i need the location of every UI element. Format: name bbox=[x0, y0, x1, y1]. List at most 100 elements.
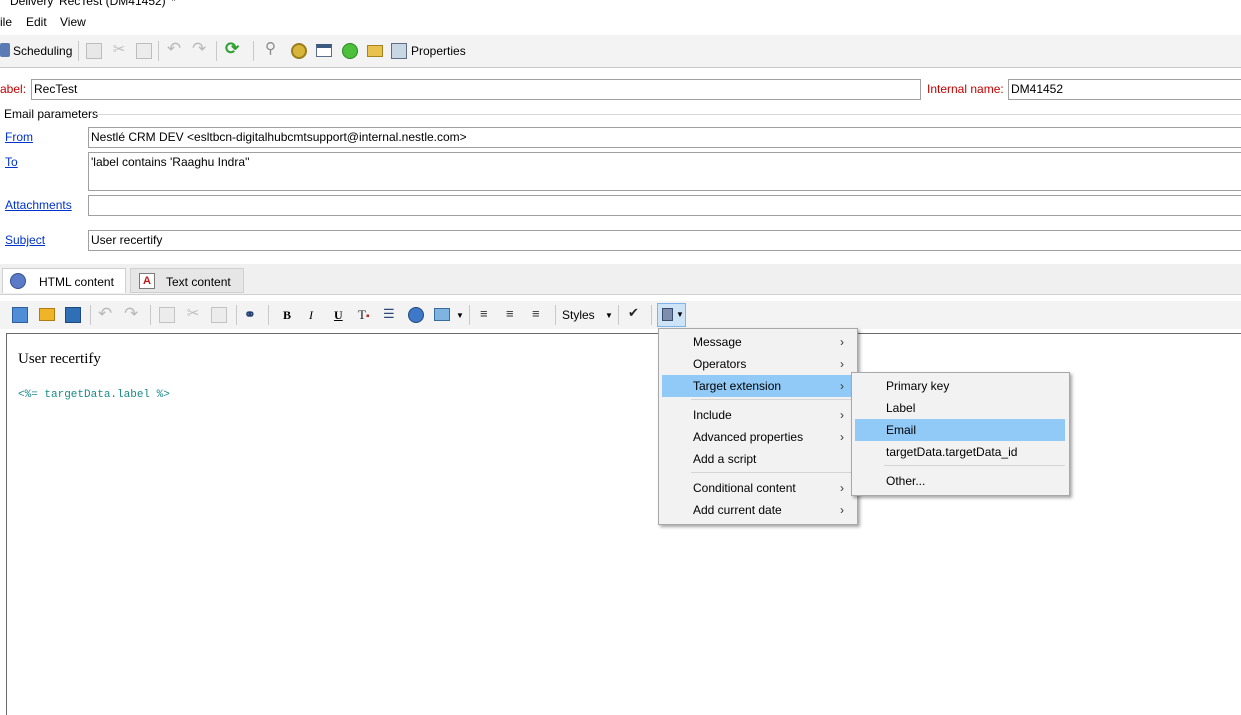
properties-icon bbox=[391, 43, 407, 59]
editor-toolbar: ↶ ↷ ✂ ⚭ B I U T▪ ☰ ▼ ≡ ≡ ≡ Styles ▼ ✔ ▼ bbox=[0, 301, 1241, 329]
submenu-arrow-icon: › bbox=[840, 357, 844, 371]
find-binoculars-icon[interactable]: ⚭ bbox=[244, 306, 260, 322]
menu-edit[interactable]: Edit bbox=[26, 15, 47, 29]
submenu-arrow-icon: › bbox=[840, 430, 844, 444]
align-center-icon[interactable]: ≡ bbox=[506, 307, 522, 323]
internal-name-input[interactable]: DM41452 bbox=[1008, 79, 1241, 100]
label-caption: abel: bbox=[0, 82, 27, 96]
tab-text-content[interactable]: A Text content bbox=[130, 268, 244, 293]
attachments-link[interactable]: Attachments bbox=[5, 198, 72, 212]
label-input[interactable]: RecTest bbox=[31, 79, 921, 100]
redo-icon[interactable]: ↷ bbox=[124, 305, 140, 322]
undo-icon[interactable]: ↶ bbox=[167, 40, 183, 57]
menu-view[interactable]: View bbox=[60, 15, 86, 29]
submenu-item-other[interactable]: Other... bbox=[855, 470, 1065, 492]
menu-separator bbox=[691, 399, 853, 400]
align-left-icon[interactable]: ≡ bbox=[480, 307, 496, 323]
cut-icon[interactable]: ✂ bbox=[111, 42, 127, 58]
submenu-item-targetdata-id[interactable]: targetData.targetData_id bbox=[855, 441, 1065, 463]
cut-icon[interactable]: ✂ bbox=[185, 306, 201, 322]
personalization-dropdown-icon: ▼ bbox=[676, 310, 684, 319]
toolbar-separator bbox=[253, 41, 254, 61]
toolbar-separator bbox=[90, 305, 91, 325]
to-field[interactable]: 'label contains 'Raaghu Indra'' bbox=[88, 152, 1241, 191]
paste-icon[interactable] bbox=[136, 43, 152, 59]
attachment-icon[interactable]: ⚲ bbox=[265, 41, 281, 57]
menu-separator bbox=[884, 465, 1065, 466]
menu-item-add-current-date[interactable]: Add current date › bbox=[662, 499, 853, 521]
toolbar-separator bbox=[236, 305, 237, 325]
subject-field[interactable]: User recertify bbox=[88, 230, 1241, 251]
copy-icon[interactable] bbox=[86, 43, 102, 59]
refresh-icon[interactable]: ⟳ bbox=[225, 40, 241, 57]
submenu-arrow-icon: › bbox=[840, 408, 844, 422]
from-field[interactable]: Nestlé CRM DEV <esltbcn-digitalhubcmtsup… bbox=[88, 127, 1241, 148]
proof-icon[interactable] bbox=[342, 43, 358, 59]
menu-file[interactable]: ile bbox=[0, 15, 12, 29]
bold-button[interactable]: B bbox=[283, 308, 291, 323]
preview-icon[interactable] bbox=[316, 44, 332, 57]
attachments-field[interactable] bbox=[88, 195, 1241, 216]
image-dropdown-icon[interactable]: ▼ bbox=[456, 311, 464, 320]
styles-dropdown[interactable]: Styles bbox=[562, 308, 595, 322]
menu-item-message[interactable]: Message › bbox=[662, 331, 853, 353]
properties-button[interactable]: Properties bbox=[411, 44, 466, 58]
scheduling-button[interactable]: Scheduling bbox=[13, 44, 72, 58]
underline-button[interactable]: U bbox=[334, 308, 343, 323]
image-icon[interactable] bbox=[434, 308, 450, 321]
save-icon[interactable] bbox=[65, 307, 81, 323]
mailbox-icon[interactable] bbox=[367, 45, 383, 57]
submenu-arrow-icon: › bbox=[840, 335, 844, 349]
toolbar-separator bbox=[78, 41, 79, 61]
tab-text-label: Text content bbox=[166, 275, 231, 289]
submenu-item-primary-key[interactable]: Primary key bbox=[855, 375, 1065, 397]
spellcheck-icon[interactable]: ✔ bbox=[628, 305, 644, 321]
italic-button[interactable]: I bbox=[309, 308, 313, 323]
scheduling-icon bbox=[0, 43, 10, 57]
redo-icon[interactable]: ↷ bbox=[192, 40, 208, 57]
main-toolbar: Scheduling ✂ ↶ ↷ ⟳ ⚲ Properties bbox=[0, 35, 1241, 68]
clear-format-icon[interactable]: T▪ bbox=[358, 307, 374, 323]
open-folder-icon[interactable] bbox=[39, 308, 55, 321]
menu-item-operators[interactable]: Operators › bbox=[662, 353, 853, 375]
submenu-item-label[interactable]: Label bbox=[855, 397, 1065, 419]
toolbar-separator bbox=[651, 305, 652, 325]
content-tabs: HTML content A Text content bbox=[0, 264, 1241, 295]
tab-html-content[interactable]: HTML content bbox=[2, 268, 126, 293]
section-divider bbox=[95, 114, 1241, 115]
menu-item-include[interactable]: Include › bbox=[662, 404, 853, 426]
subject-link[interactable]: Subject bbox=[5, 233, 45, 247]
copy-icon[interactable] bbox=[159, 307, 175, 323]
toolbar-separator bbox=[618, 305, 619, 325]
personalization-menu: Message › Operators › Target extension ›… bbox=[658, 328, 858, 525]
menu-item-conditional-content[interactable]: Conditional content › bbox=[662, 477, 853, 499]
gear-icon[interactable] bbox=[291, 43, 307, 59]
submenu-arrow-icon: › bbox=[840, 503, 844, 517]
editor-title-text: User recertify bbox=[18, 351, 101, 367]
menu-bar: ile Edit View bbox=[0, 12, 1241, 32]
new-document-icon[interactable] bbox=[12, 307, 28, 323]
undo-icon[interactable]: ↶ bbox=[98, 305, 114, 322]
to-link[interactable]: To bbox=[5, 155, 18, 169]
toolbar-separator bbox=[150, 305, 151, 325]
toolbar-separator bbox=[469, 305, 470, 325]
menu-item-target-extension[interactable]: Target extension › bbox=[662, 375, 853, 397]
html-icon bbox=[10, 273, 26, 289]
target-extension-submenu: Primary key Label Email targetData.targe… bbox=[851, 372, 1070, 496]
tab-html-label: HTML content bbox=[39, 275, 114, 289]
toolbar-separator bbox=[158, 41, 159, 61]
align-right-icon[interactable]: ≡ bbox=[532, 307, 548, 323]
styles-dropdown-arrow-icon[interactable]: ▼ bbox=[605, 311, 613, 320]
text-icon: A bbox=[139, 273, 155, 289]
personalization-button[interactable]: ▼ bbox=[657, 303, 686, 327]
submenu-arrow-icon: › bbox=[840, 481, 844, 495]
link-globe-icon[interactable] bbox=[408, 307, 424, 323]
window-title: Delivery 'RecTest (DM41452)' * bbox=[10, 0, 176, 8]
menu-item-add-a-script[interactable]: Add a script bbox=[662, 448, 853, 470]
list-icon[interactable]: ☰ bbox=[383, 307, 399, 323]
menu-item-advanced-properties[interactable]: Advanced properties › bbox=[662, 426, 853, 448]
submenu-item-email[interactable]: Email bbox=[855, 419, 1065, 441]
menu-separator bbox=[691, 472, 853, 473]
from-link[interactable]: From bbox=[5, 130, 33, 144]
paste-icon[interactable] bbox=[211, 307, 227, 323]
